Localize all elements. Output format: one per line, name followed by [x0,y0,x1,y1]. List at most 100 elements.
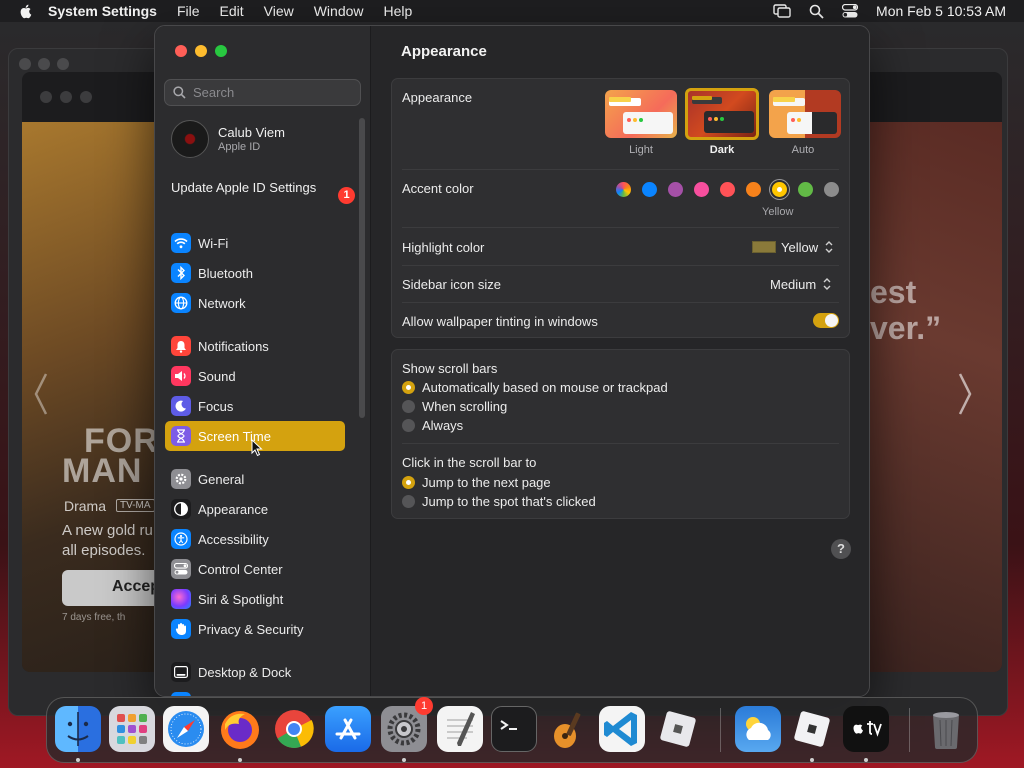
system-settings-window: Calub Viem Apple ID Update Apple ID Sett… [154,25,870,697]
weather-icon[interactable] [735,706,781,752]
sidebar-item-privacy-security[interactable]: Privacy & Security [165,614,345,644]
sidebar-item-label: Desktop & Dock [198,664,292,680]
wallpaper-tinting-toggle[interactable] [813,313,839,328]
garageband-icon[interactable] [545,706,591,752]
accent-multicolor-swatch[interactable] [616,182,631,197]
firefox-icon[interactable] [217,706,263,752]
chevron-left-icon[interactable] [34,372,48,416]
sidebar-item-general[interactable]: General [165,464,345,494]
sidebar-item-label: General [198,471,245,487]
chevron-right-icon[interactable] [958,372,972,416]
sidebar-item-notifications[interactable]: Notifications [165,331,345,361]
appearance-dark-option[interactable] [685,88,759,140]
radio-button[interactable] [402,495,415,508]
roblox-icon[interactable] [655,706,701,752]
speaker-icon [171,366,191,386]
accent-orange-swatch[interactable] [746,182,761,197]
update-label: Update Apple ID Settings [171,180,317,195]
wallpaper-tinting-label: Allow wallpaper tinting in windows [402,314,598,329]
scroll-bars-always-option[interactable]: Always [402,418,463,433]
sidebar-item-label: Network [198,295,246,311]
accent-graphite-swatch[interactable] [824,182,839,197]
app-store-icon[interactable] [325,706,371,752]
radio-button[interactable] [402,476,415,489]
menu-clock[interactable]: Mon Feb 5 10:53 AM [876,3,1006,19]
apple-id-account[interactable]: Calub Viem Apple ID [171,120,285,158]
click-scroll-spot-option[interactable]: Jump to the spot that's clicked [402,494,596,509]
sidebar-item-siri-spotlight[interactable]: Siri & Spotlight [165,584,345,614]
click-scroll-next-page-option[interactable]: Jump to the next page [402,475,551,490]
appearance-label: Appearance [402,90,473,105]
sidebar-icon-size-popup[interactable]: Medium [770,276,833,292]
screen-mirroring-icon[interactable] [773,4,791,18]
vscode-icon[interactable] [599,706,645,752]
system-settings-icon[interactable]: 1 [381,697,433,752]
update-apple-id-settings[interactable]: Update Apple ID Settings 1 [171,180,357,204]
accent-pink-swatch[interactable] [694,182,709,197]
siri-icon [171,589,191,609]
user-subtitle: Apple ID [218,141,261,153]
zoom-window-button[interactable] [215,45,227,57]
menu-help[interactable]: Help [384,3,413,19]
apple-tv-icon[interactable] [843,706,889,752]
sidebar-item-network[interactable]: Network [165,288,345,318]
terminal-icon[interactable] [491,706,537,752]
scroll-bars-automatic-option[interactable]: Automatically based on mouse or trackpad [402,380,668,395]
appearance-auto-option[interactable] [769,90,841,138]
chevron-updown-icon [825,241,833,253]
sidebar-item-control-center[interactable]: Control Center [165,554,345,584]
chrome-icon[interactable] [271,706,317,752]
finder-icon[interactable] [55,706,101,752]
sidebar-item-accessibility[interactable]: Accessibility [165,524,345,554]
appearance-light-option[interactable] [605,90,677,138]
sidebar-scrollbar[interactable] [359,118,365,418]
radio-button[interactable] [402,419,415,432]
menu-edit[interactable]: Edit [220,3,244,19]
chevron-updown-icon [823,278,831,290]
close-window-button[interactable] [175,45,187,57]
sidebar-search[interactable] [164,79,361,106]
sidebar-item-label: Wi-Fi [198,235,229,251]
help-button[interactable]: ? [831,539,851,559]
sidebar-item-appearance[interactable]: Appearance [165,494,345,524]
tv-hero-image-right [870,122,1002,672]
menu-view[interactable]: View [264,3,294,19]
launchpad-icon[interactable] [109,706,155,752]
tv-show-rating: TV-MA [116,499,155,512]
safari-icon[interactable] [163,706,209,752]
sidebar-item-label: Notifications [198,338,269,354]
settings-sidebar: Calub Viem Apple ID Update Apple ID Sett… [155,26,371,696]
radio-label: When scrolling [422,399,508,414]
scroll-bars-when-scrolling-option[interactable]: When scrolling [402,399,507,414]
minimize-window-button[interactable] [195,45,207,57]
menu-file[interactable]: File [177,3,200,19]
sidebar-item-desktop-dock[interactable]: Desktop & Dock [165,657,345,687]
sidebar-item-label: Sound [198,368,236,384]
accent-green-swatch[interactable] [798,182,813,197]
accent-blue-swatch[interactable] [642,182,657,197]
radio-button[interactable] [402,400,415,413]
accent-red-swatch[interactable] [720,182,735,197]
radio-button[interactable] [402,381,415,394]
sidebar-item-label: Appearance [198,501,269,517]
sidebar-item-bluetooth[interactable]: Bluetooth [165,258,345,288]
sidebar-item-focus[interactable]: Focus [165,391,345,421]
apple-logo-icon[interactable] [18,3,34,19]
gear-icon [171,469,191,489]
appearance-icon [171,499,191,519]
accent-yellow-swatch[interactable] [772,182,787,197]
trash-icon[interactable] [923,706,969,752]
roblox-studio-icon[interactable] [789,706,835,752]
accent-purple-swatch[interactable] [668,182,683,197]
bluetooth-icon [171,263,191,283]
menu-app-name[interactable]: System Settings [48,3,157,19]
dock-separator [720,708,721,752]
spotlight-search-icon[interactable] [809,4,824,19]
search-input[interactable] [193,85,353,100]
highlight-color-popup[interactable]: Yellow [752,239,835,255]
control-center-menu-icon[interactable] [842,4,859,18]
textedit-icon[interactable] [437,706,483,752]
menu-window[interactable]: Window [314,3,364,19]
sidebar-item-wifi[interactable]: Wi-Fi [165,228,345,258]
sidebar-item-sound[interactable]: Sound [165,361,345,391]
